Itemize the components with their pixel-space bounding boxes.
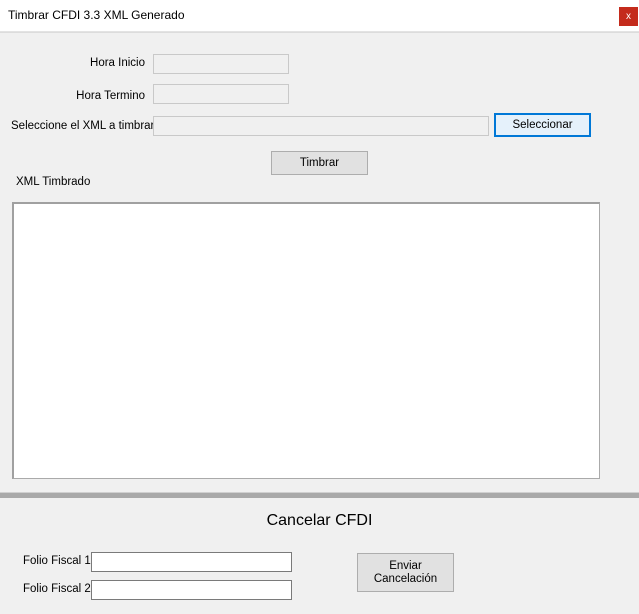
cancelar-heading: Cancelar CFDI (266, 512, 373, 529)
title-bar: Timbrar CFDI 3.3 XML Generado x (0, 0, 639, 32)
xml-select-label: Seleccione el XML a timbrar: (11, 120, 158, 132)
timbrar-button[interactable]: Timbrar (271, 151, 368, 175)
enviar-cancelacion-button[interactable]: Enviar Cancelación (357, 553, 454, 592)
folio-fiscal-1-field[interactable] (91, 552, 292, 572)
close-icon: x (626, 11, 631, 22)
hora-termino-label: Hora Termino (76, 90, 145, 102)
folio-fiscal-1-label: Folio Fiscal 1: (23, 555, 94, 567)
folio-fiscal-2-label: Folio Fiscal 2: (23, 583, 94, 595)
xml-timbrado-textarea[interactable] (12, 202, 600, 479)
hora-termino-field (153, 84, 289, 104)
xml-timbrado-label: XML Timbrado (16, 176, 91, 188)
cancelar-panel: Cancelar CFDI Folio Fiscal 1: Folio Fisc… (0, 498, 639, 614)
seleccionar-button[interactable]: Seleccionar (494, 113, 591, 137)
xml-path-field (153, 116, 489, 136)
window-title: Timbrar CFDI 3.3 XML Generado (8, 8, 185, 22)
close-button[interactable]: x (619, 7, 638, 26)
hora-inicio-label: Hora Inicio (90, 57, 145, 69)
folio-fiscal-2-field[interactable] (91, 580, 292, 600)
hora-inicio-field (153, 54, 289, 74)
